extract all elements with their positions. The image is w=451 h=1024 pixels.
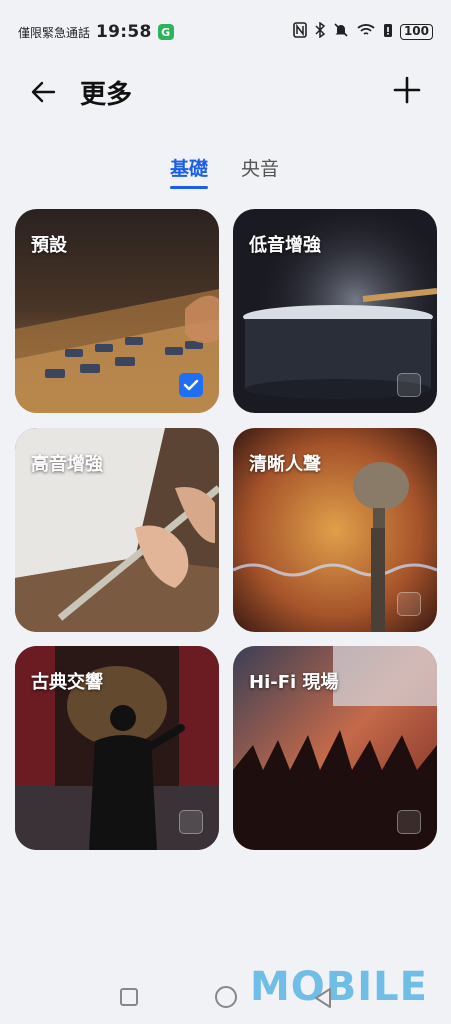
checkbox[interactable] — [397, 373, 421, 397]
card-label: 高音增強 — [31, 454, 103, 475]
selected-checkbox[interactable] — [179, 373, 203, 397]
check-icon — [183, 379, 199, 391]
back-button[interactable] — [28, 76, 60, 108]
header: 更多 — [0, 64, 451, 120]
system-navigation-bar — [0, 976, 451, 1024]
home-button[interactable] — [215, 986, 237, 1008]
preset-card-treble-boost[interactable]: 高音增強 — [15, 428, 219, 632]
checkbox[interactable] — [179, 810, 203, 834]
triangle-back-icon — [315, 988, 331, 1008]
status-time: 19:58 — [96, 22, 152, 42]
add-button[interactable] — [391, 74, 423, 106]
preset-card-classical-symphony[interactable]: 古典交響 — [15, 646, 219, 850]
tab-bar: 基礎 央音 — [0, 150, 451, 190]
arrow-left-icon — [31, 81, 56, 103]
card-label: 低音增強 — [249, 235, 321, 256]
app-badge-icon: G — [157, 24, 174, 40]
checkbox[interactable] — [397, 810, 421, 834]
carrier-text: 僅限緊急通話 — [18, 25, 91, 40]
card-label: 清晰人聲 — [249, 454, 321, 475]
card-label: 古典交響 — [31, 672, 103, 693]
preset-card-default[interactable]: 預設 — [15, 209, 219, 413]
recents-button[interactable] — [120, 988, 138, 1006]
card-label: 預設 — [31, 235, 67, 256]
preset-card-hifi-live[interactable]: Hi-Fi 現場 — [233, 646, 437, 850]
preset-card-clear-vocals[interactable]: 清晰人聲 — [233, 428, 437, 632]
battery-alert-icon — [383, 22, 393, 42]
wifi-icon — [356, 22, 376, 42]
mute-icon — [333, 22, 349, 42]
tab-central-conservatory[interactable]: 央音 — [241, 154, 279, 181]
status-bar: 僅限緊急通話 19:58 G 100 — [0, 0, 451, 64]
nfc-icon — [293, 22, 307, 42]
plus-icon — [393, 76, 421, 104]
battery-level: 100 — [399, 24, 433, 40]
back-nav-button[interactable] — [312, 986, 334, 1010]
bluetooth-icon — [314, 21, 326, 42]
preset-card-bass-boost[interactable]: 低音增強 — [233, 209, 437, 413]
page-title: 更多 — [80, 80, 133, 110]
checkbox[interactable] — [397, 592, 421, 616]
card-label: Hi-Fi 現場 — [249, 672, 339, 693]
tab-basic[interactable]: 基礎 — [170, 154, 209, 189]
